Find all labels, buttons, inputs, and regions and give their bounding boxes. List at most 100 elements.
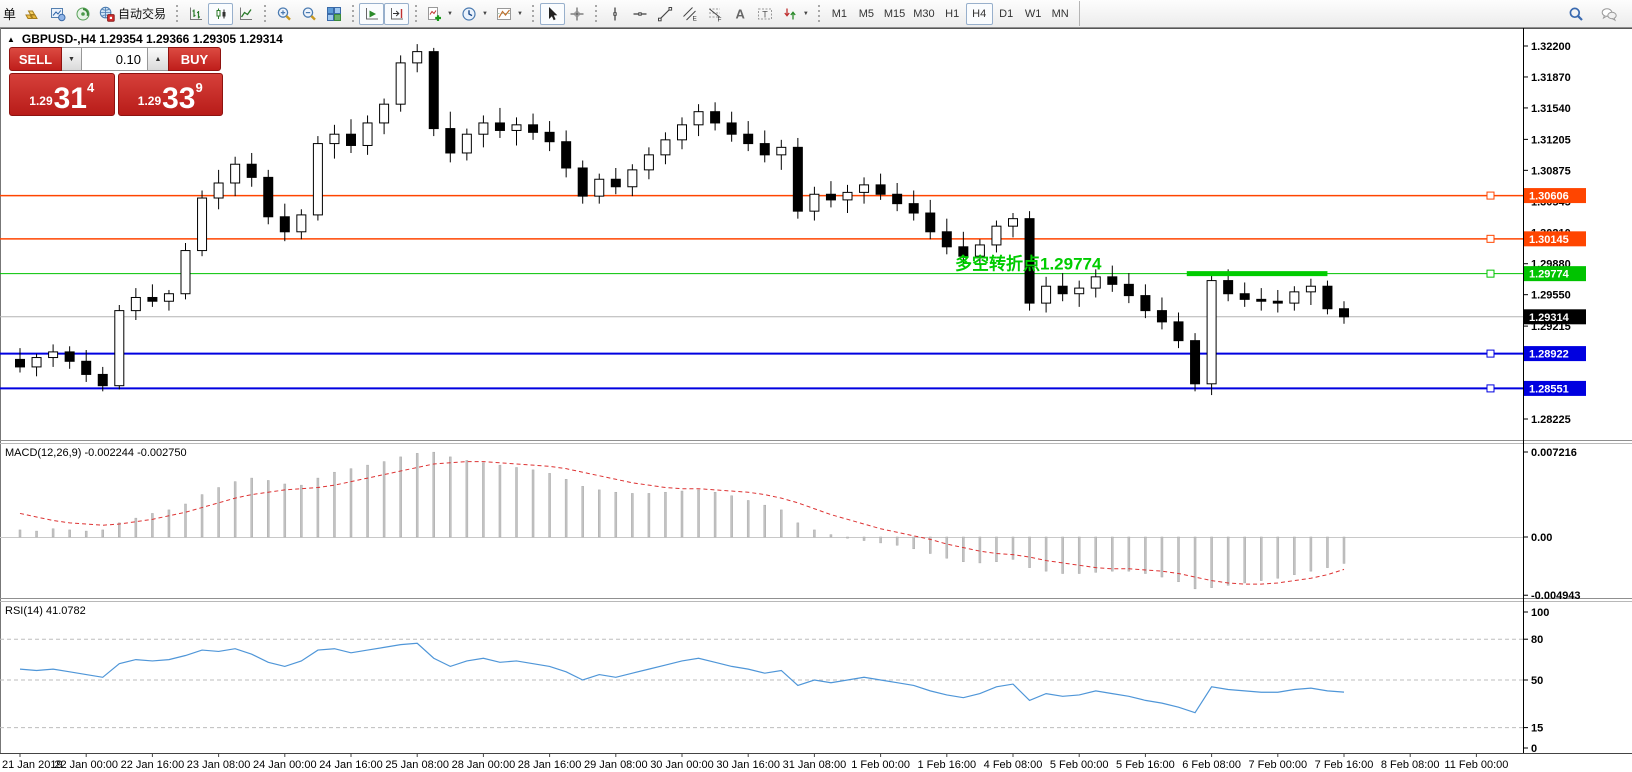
line-chart-icon — [238, 6, 254, 22]
arrows-button[interactable]: ▼ — [778, 3, 813, 25]
text-label-button[interactable]: T — [753, 3, 778, 25]
toolbar-separator — [173, 5, 180, 23]
crosshair-button[interactable] — [565, 3, 590, 25]
timeframe-m15-button[interactable]: M15 — [880, 3, 909, 25]
periods-button[interactable]: ▼ — [457, 3, 492, 25]
bull-candle — [49, 352, 58, 358]
bull-candle — [297, 215, 306, 232]
time-axis[interactable]: 21 Jan 201922 Jan 00:0022 Jan 16:0023 Ja… — [2, 753, 1508, 771]
bull-candle — [678, 125, 687, 140]
timeframe-h1-button[interactable]: H1 — [939, 3, 966, 25]
panel-separators[interactable] — [0, 441, 1632, 602]
bull-candle — [512, 125, 521, 131]
line-handle[interactable] — [1487, 270, 1494, 277]
bull-candle — [181, 251, 190, 294]
timeframe-mn-button[interactable]: MN — [1047, 3, 1074, 25]
line-handles[interactable] — [1487, 192, 1494, 392]
chart-window: 多空转折点1.29774MACD(12,26,9) -0.002244 -0.0… — [0, 28, 1632, 772]
bull-candle — [413, 52, 422, 63]
time-tick-label: 5 Feb 16:00 — [1116, 759, 1175, 771]
cursor-icon — [544, 6, 560, 22]
connection-button[interactable] — [70, 3, 95, 25]
time-tick-label: 22 Jan 16:00 — [121, 759, 185, 771]
bear-candle — [1124, 284, 1133, 295]
bear-candle — [529, 125, 538, 133]
candlestick-chart-button[interactable] — [208, 3, 233, 25]
vertical-line-button[interactable] — [603, 3, 628, 25]
toolbar-separator — [349, 5, 356, 23]
autotrading-button[interactable]: 自动交易 — [95, 3, 170, 25]
sell-price-panel[interactable]: 1.29 31 4 — [9, 73, 115, 116]
line-handle[interactable] — [1487, 235, 1494, 242]
macd-tick-label: 0.007216 — [1531, 447, 1577, 459]
sell-button[interactable]: SELL — [9, 47, 62, 71]
bear-candle — [1191, 341, 1200, 384]
line-chart-button[interactable] — [233, 3, 258, 25]
bull-candle — [777, 147, 786, 155]
chart-window-button[interactable] — [45, 3, 70, 25]
price-chart-canvas[interactable]: 多空转折点1.29774MACD(12,26,9) -0.002244 -0.0… — [0, 28, 1632, 772]
tile-windows-button[interactable] — [321, 3, 346, 25]
trendline-button[interactable] — [653, 3, 678, 25]
arrows-icon — [782, 6, 798, 22]
autotrading-icon — [99, 6, 115, 22]
text-button[interactable]: A — [728, 3, 753, 25]
equidistant-channel-button[interactable]: E — [678, 3, 703, 25]
bear-candle — [744, 134, 753, 143]
timeframe-m5-button[interactable]: M5 — [853, 3, 880, 25]
symbol-header: ▲ GBPUSD-,H4 1.29354 1.29366 1.29305 1.2… — [7, 32, 283, 46]
zoom-in-icon — [276, 6, 292, 22]
dropdown-caret-icon: ▼ — [803, 11, 809, 17]
toolbar-divider — [1079, 1, 1080, 26]
bull-candle — [462, 134, 471, 153]
bull-candle — [198, 198, 207, 251]
auto-scroll-button[interactable] — [359, 3, 384, 25]
horizontal-line-button[interactable] — [628, 3, 653, 25]
timeframe-h4-button[interactable]: H4 — [966, 3, 993, 25]
line-handle[interactable] — [1487, 192, 1494, 199]
cursor-button[interactable] — [540, 3, 565, 25]
chart-shift-button[interactable] — [384, 3, 409, 25]
timeframe-d1-button[interactable]: D1 — [993, 3, 1020, 25]
time-tick-label: 7 Feb 00:00 — [1248, 759, 1307, 771]
volume-input[interactable]: 0.10 — [82, 47, 148, 71]
chat-button[interactable] — [1596, 3, 1621, 25]
price-label-text: 1.29314 — [1529, 312, 1570, 324]
sell-price-sup: 4 — [87, 80, 94, 95]
search-button[interactable] — [1563, 3, 1588, 25]
rsi-tick-label: 80 — [1531, 634, 1543, 646]
gold-ingot-button[interactable] — [20, 3, 45, 25]
zoom-in-button[interactable] — [271, 3, 296, 25]
dropdown-caret-icon: ▼ — [482, 11, 488, 17]
fibonacci-button[interactable]: F — [703, 3, 728, 25]
bull-candle — [1042, 286, 1051, 303]
time-tick-label: 24 Jan 00:00 — [253, 759, 317, 771]
line-handle[interactable] — [1487, 385, 1494, 392]
volume-increase-button[interactable]: ▲ — [148, 47, 168, 71]
volume-decrease-button[interactable]: ▼ — [62, 47, 82, 71]
bull-candle — [479, 123, 488, 134]
timeframe-w1-button[interactable]: W1 — [1020, 3, 1047, 25]
buy-button[interactable]: BUY — [168, 47, 221, 71]
indicators-button[interactable]: ▼ — [422, 3, 457, 25]
zoom-out-button[interactable] — [296, 3, 321, 25]
bull-candle — [214, 183, 223, 198]
line-handle[interactable] — [1487, 350, 1494, 357]
bear-candle — [347, 134, 356, 145]
templates-button[interactable]: ▼ — [492, 3, 527, 25]
connection-icon — [75, 6, 91, 22]
bull-candle — [396, 63, 405, 104]
timeframe-m30-button[interactable]: M30 — [909, 3, 938, 25]
bear-candle — [578, 168, 587, 196]
timeframe-m1-button[interactable]: M1 — [826, 3, 853, 25]
bull-candle — [115, 311, 124, 386]
buy-price-panel[interactable]: 1.29 33 9 — [118, 73, 224, 116]
main-toolbar: 单 自动交易▼▼▼EFAT▼M1M5M15M30H1H4D1W1MN — [0, 0, 1632, 28]
chart-annotation-text[interactable]: 多空转折点1.29774 — [955, 253, 1102, 273]
price-tick-label: 1.31540 — [1531, 103, 1571, 115]
rsi-tick-label: 100 — [1531, 607, 1549, 619]
price-tick-label: 1.30875 — [1531, 165, 1571, 177]
text-icon: A — [732, 6, 748, 22]
trade-panel-toggle-icon[interactable]: ▲ — [7, 35, 15, 44]
bar-chart-button[interactable] — [183, 3, 208, 25]
